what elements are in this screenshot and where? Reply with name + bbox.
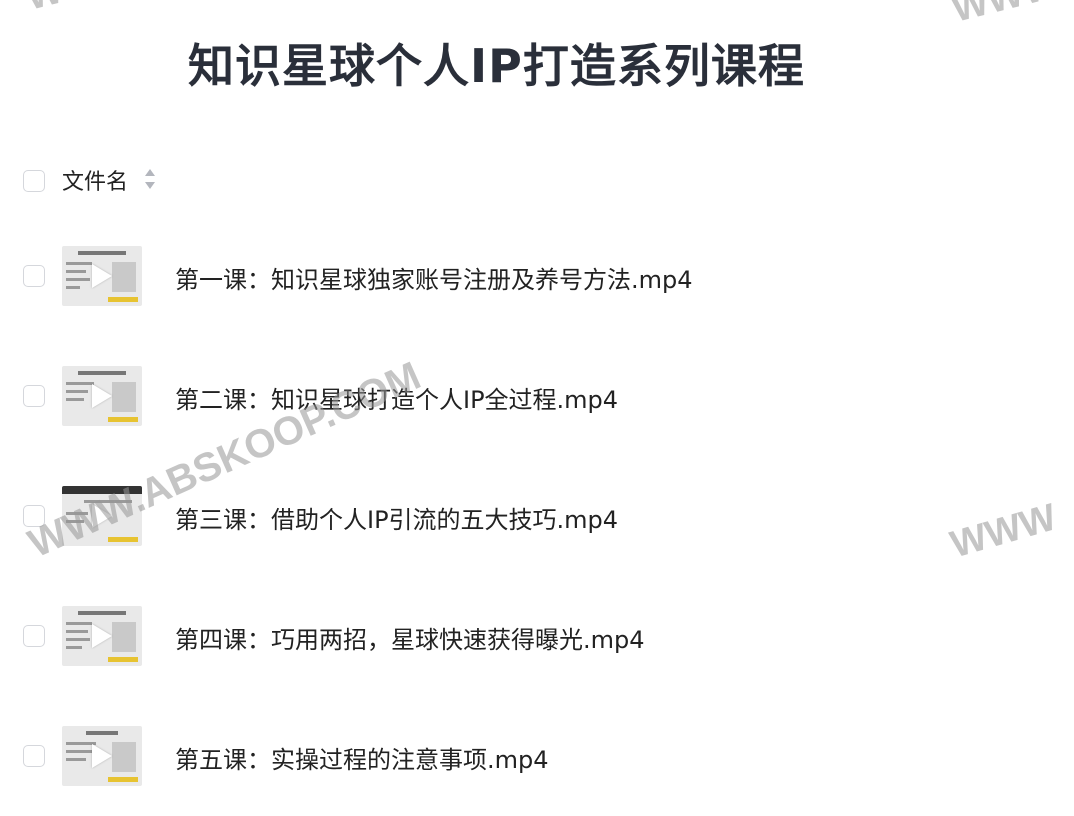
- video-thumbnail[interactable]: [62, 606, 142, 666]
- row-checkbox[interactable]: [23, 265, 45, 287]
- play-icon: [92, 384, 112, 408]
- table-row[interactable]: 第四课：巧用两招，星球快速获得曝光.mp4: [0, 606, 1074, 668]
- page-title: 知识星球个人IP打造系列课程: [188, 39, 805, 93]
- table-row[interactable]: 第三课：借助个人IP引流的五大技巧.mp4: [0, 486, 1074, 548]
- row-checkbox[interactable]: [23, 505, 45, 527]
- play-icon: [92, 624, 112, 648]
- video-thumbnail[interactable]: [62, 246, 142, 306]
- table-row[interactable]: 第二课：知识星球打造个人IP全过程.mp4: [0, 366, 1074, 428]
- file-name[interactable]: 第四课：巧用两招，星球快速获得曝光.mp4: [175, 620, 645, 655]
- table-header: 文件名: [0, 160, 1074, 200]
- watermark-top-left: WWW: [22, 0, 137, 20]
- watermark-top-right: WWW: [948, 0, 1063, 32]
- file-name[interactable]: 第一课：知识星球独家账号注册及养号方法.mp4: [175, 260, 693, 295]
- row-checkbox[interactable]: [23, 745, 45, 767]
- play-icon: [92, 264, 112, 288]
- table-row[interactable]: 第五课：实操过程的注意事项.mp4: [0, 726, 1074, 788]
- play-icon: [92, 504, 112, 528]
- column-header-filename[interactable]: 文件名: [62, 164, 128, 196]
- video-thumbnail[interactable]: [62, 366, 142, 426]
- file-name[interactable]: 第二课：知识星球打造个人IP全过程.mp4: [175, 380, 618, 415]
- row-checkbox[interactable]: [23, 625, 45, 647]
- file-name[interactable]: 第五课：实操过程的注意事项.mp4: [175, 740, 549, 775]
- video-thumbnail[interactable]: [62, 726, 142, 786]
- table-row[interactable]: 第一课：知识星球独家账号注册及养号方法.mp4: [0, 246, 1074, 308]
- file-name[interactable]: 第三课：借助个人IP引流的五大技巧.mp4: [175, 500, 618, 535]
- page: 知识星球个人IP打造系列课程 文件名 第一课：知识星球独家账号注册及养号方法.m…: [0, 0, 1074, 816]
- select-all-checkbox[interactable]: [23, 170, 45, 192]
- play-icon: [92, 744, 112, 768]
- sort-icon[interactable]: [144, 168, 156, 190]
- video-thumbnail[interactable]: [62, 486, 142, 546]
- row-checkbox[interactable]: [23, 385, 45, 407]
